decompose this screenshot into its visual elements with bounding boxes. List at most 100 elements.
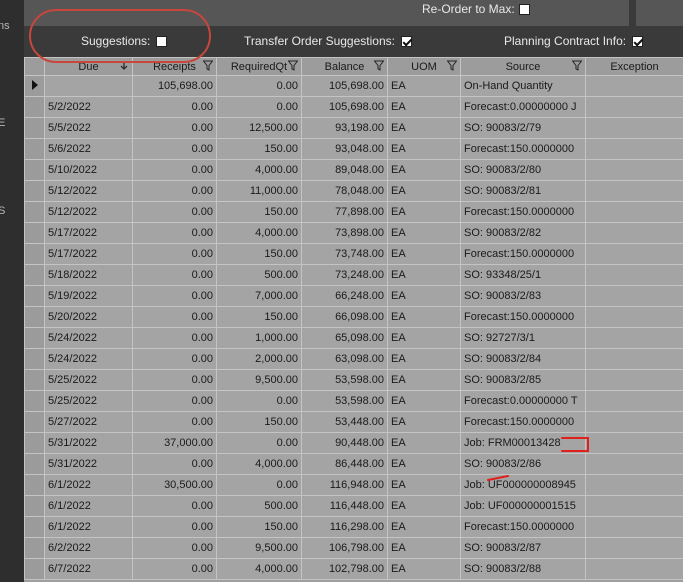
required-qty-cell[interactable]: 4,000.00 [216,558,302,580]
required-qty-cell[interactable]: 7,000.00 [216,285,302,307]
row-selector[interactable] [24,474,45,496]
table-row[interactable]: 5/18/2022 0.00 500.00 73,248.00 EA SO: 93348/… [24,264,683,286]
row-selector[interactable] [24,495,45,517]
column-header-requiredqt[interactable]: RequiredQt [216,57,302,76]
table-row[interactable]: 5/25/2022 0.00 0.00 53,598.00 EA Forecast:0.0… [24,390,683,412]
table-row[interactable]: 5/24/2022 0.00 2,000.00 63,098.00 EA SO: 9008… [24,348,683,370]
table-row[interactable]: 105,698.00 0.00 105,698.00 EA On-Hand Quanti… [24,75,683,97]
table-row[interactable]: 5/25/2022 0.00 9,500.00 53,598.00 EA SO: 9008… [24,369,683,391]
due-cell[interactable]: 5/6/2022 [44,138,133,160]
source-cell[interactable]: SO: 90083/2/84 [460,348,586,370]
required-qty-cell[interactable]: 0.00 [216,474,302,496]
required-qty-cell[interactable]: 4,000.00 [216,453,302,475]
uom-cell[interactable]: EA [387,180,461,202]
uom-cell[interactable]: EA [387,327,461,349]
row-selector[interactable] [24,201,45,223]
balance-cell[interactable]: 65,098.00 [301,327,388,349]
source-cell[interactable]: Forecast:0.00000000 T [460,390,586,412]
filter-icon[interactable] [288,60,298,71]
receipts-cell[interactable]: 37,000.00 [132,432,217,454]
required-qty-cell[interactable]: 500.00 [216,264,302,286]
uom-cell[interactable]: EA [387,411,461,433]
reorder-to-max-option[interactable]: Re-Order to Max: [422,2,530,16]
row-selector[interactable] [24,411,45,433]
uom-cell[interactable]: EA [387,96,461,118]
exception-cell[interactable] [585,138,683,160]
source-cell[interactable]: Forecast:150.0000000 [460,516,586,538]
required-qty-cell[interactable]: 4,000.00 [216,159,302,181]
row-selector[interactable] [24,285,45,307]
uom-cell[interactable]: EA [387,348,461,370]
uom-cell[interactable]: EA [387,75,461,97]
exception-cell[interactable] [585,390,683,412]
due-cell[interactable]: 5/17/2022 [44,222,133,244]
exception-cell[interactable] [585,117,683,139]
suggestions-checkbox[interactable] [156,35,168,47]
filter-icon[interactable] [203,60,213,71]
receipts-cell[interactable]: 0.00 [132,264,217,286]
table-row[interactable]: 5/31/2022 0.00 4,000.00 86,448.00 EA SO: 9008… [24,453,683,475]
balance-cell[interactable]: 53,598.00 [301,390,388,412]
exception-cell[interactable] [585,516,683,538]
due-cell[interactable]: 5/27/2022 [44,411,133,433]
source-cell[interactable]: Forecast:150.0000000 [460,201,586,223]
exception-cell[interactable] [585,96,683,118]
receipts-cell[interactable]: 0.00 [132,453,217,475]
balance-cell[interactable]: 93,048.00 [301,138,388,160]
source-cell[interactable]: On-Hand Quantity [460,75,586,97]
filter-icon[interactable] [447,60,457,71]
uom-cell[interactable]: EA [387,495,461,517]
transfer-order-suggestions-checkbox[interactable] [400,35,412,47]
exception-cell[interactable] [585,411,683,433]
required-qty-cell[interactable]: 150.00 [216,411,302,433]
balance-cell[interactable]: 73,898.00 [301,222,388,244]
due-cell[interactable]: 5/31/2022 [44,453,133,475]
receipts-cell[interactable]: 105,698.00 [132,75,217,97]
row-selector[interactable] [24,516,45,538]
row-selector[interactable] [24,138,45,160]
receipts-cell[interactable]: 0.00 [132,558,217,580]
receipts-cell[interactable]: 0.00 [132,327,217,349]
receipts-cell[interactable]: 0.00 [132,138,217,160]
balance-cell[interactable]: 90,448.00 [301,432,388,454]
required-qty-cell[interactable]: 0.00 [216,75,302,97]
required-qty-cell[interactable]: 150.00 [216,516,302,538]
table-row[interactable]: 5/19/2022 0.00 7,000.00 66,248.00 EA SO: 9008… [24,285,683,307]
table-row[interactable]: 6/1/2022 0.00 500.00 116,448.00 EA Job: UF000… [24,495,683,517]
source-cell[interactable]: Forecast:150.0000000 [460,306,586,328]
row-selector[interactable] [24,96,45,118]
balance-cell[interactable]: 73,748.00 [301,243,388,265]
exception-cell[interactable] [585,264,683,286]
required-qty-cell[interactable]: 4,000.00 [216,222,302,244]
required-qty-cell[interactable]: 0.00 [216,96,302,118]
due-cell[interactable]: 6/1/2022 [44,474,133,496]
balance-cell[interactable]: 89,048.00 [301,159,388,181]
exception-cell[interactable] [585,453,683,475]
uom-cell[interactable]: EA [387,306,461,328]
source-cell[interactable]: SO: 90083/2/85 [460,369,586,391]
exception-cell[interactable] [585,327,683,349]
receipts-cell[interactable]: 0.00 [132,306,217,328]
required-qty-cell[interactable]: 150.00 [216,138,302,160]
receipts-cell[interactable]: 0.00 [132,411,217,433]
row-selector[interactable] [24,306,45,328]
balance-cell[interactable]: 73,248.00 [301,264,388,286]
planning-contract-info-option[interactable]: Planning Contract Info: [504,34,644,48]
exception-cell[interactable] [585,495,683,517]
due-cell[interactable]: 6/1/2022 [44,495,133,517]
row-selector[interactable] [24,264,45,286]
required-qty-cell[interactable]: 9,500.00 [216,537,302,559]
receipts-cell[interactable]: 0.00 [132,516,217,538]
receipts-cell[interactable]: 0.00 [132,285,217,307]
due-cell[interactable]: 5/17/2022 [44,243,133,265]
due-cell[interactable]: 5/24/2022 [44,348,133,370]
exception-cell[interactable] [585,474,683,496]
required-qty-cell[interactable]: 2,000.00 [216,348,302,370]
uom-cell[interactable]: EA [387,369,461,391]
uom-cell[interactable]: EA [387,453,461,475]
uom-cell[interactable]: EA [387,117,461,139]
required-qty-cell[interactable]: 500.00 [216,495,302,517]
due-cell[interactable]: 5/2/2022 [44,96,133,118]
row-selector[interactable] [24,432,45,454]
planning-contract-info-checkbox[interactable] [632,35,644,47]
